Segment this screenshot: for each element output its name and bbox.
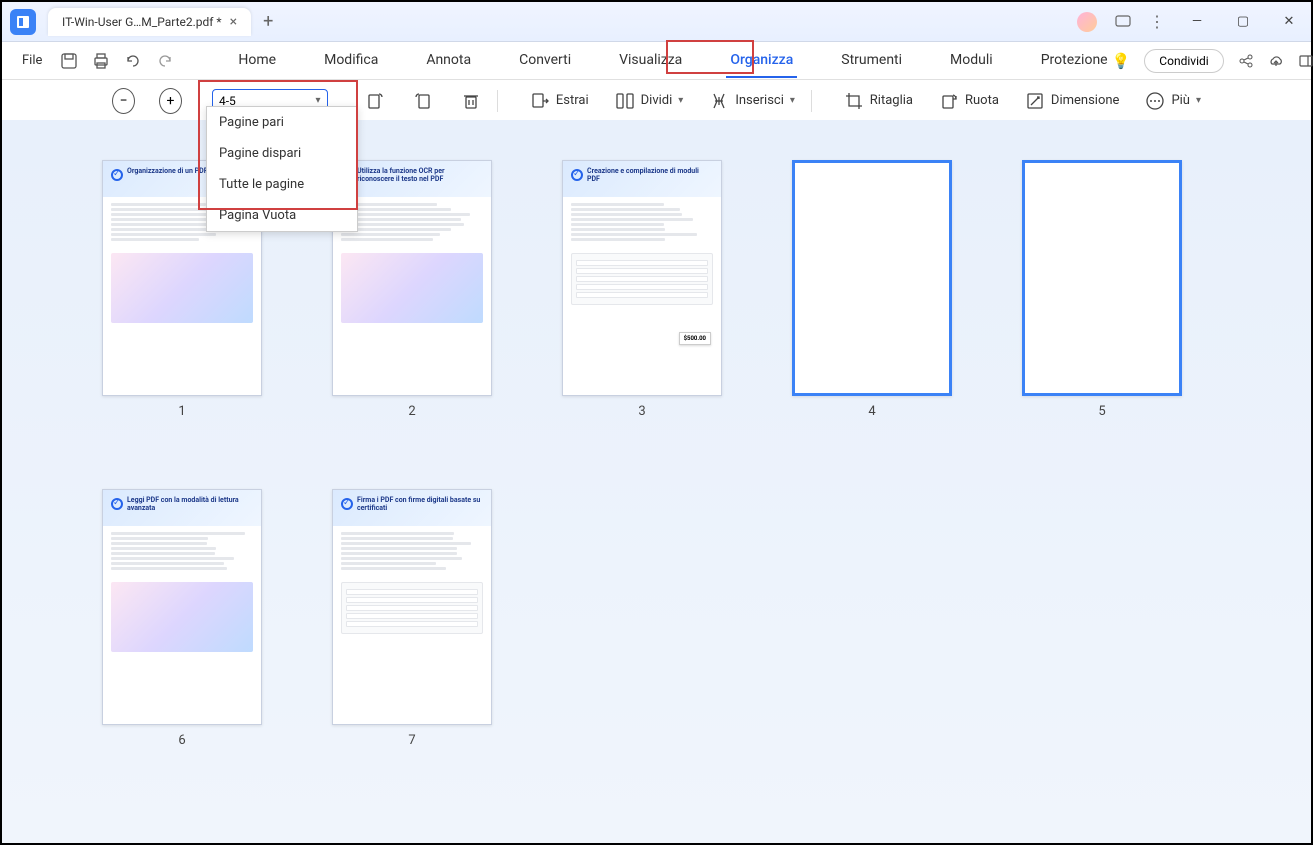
maximize-button[interactable]: ▢ [1229,14,1257,29]
document-tab-title: IT-Win-User G…M_Parte2.pdf * [62,15,222,29]
close-tab-icon[interactable]: × [230,14,237,30]
menu-tab-organizza[interactable]: Organizza [726,44,797,78]
menu-tab-converti[interactable]: Converti [515,44,575,78]
insert-button[interactable]: Inserisci ▾ [709,91,795,111]
dropdown-option[interactable]: Tutte le pagine [207,169,357,200]
extract-button[interactable]: Estrai [530,91,589,111]
split-label: Dividi [641,93,673,108]
page-range-dropdown: Pagine pariPagine dispariTutte le pagine… [206,106,358,232]
more-label: Più [1171,93,1190,108]
delete-icon[interactable] [461,90,481,112]
rotate-icon [939,91,959,111]
organize-toolbar: − + 4-5 ▾ Estrai Dividi ▾ Inserisci ▾ Ri… [2,80,1311,122]
zoom-out-button[interactable]: − [112,88,135,114]
page-number-label: 2 [408,404,415,419]
more-button[interactable]: Più ▾ [1145,91,1201,111]
extract-icon [530,91,550,111]
dimension-button[interactable]: Dimensione [1025,91,1120,111]
redo-icon[interactable] [156,52,174,70]
share-button[interactable]: Condividi [1144,49,1223,73]
chevron-down-icon: ▾ [790,95,795,106]
page-number-label: 7 [408,733,415,748]
zoom-in-button[interactable]: + [159,88,182,114]
crop-label: Ritaglia [870,93,913,108]
file-menu[interactable]: File [12,53,52,68]
menubar: File Home Modifica Annota Converti Visualizz… [2,42,1311,80]
insert-icon [709,91,729,111]
page-number-label: 4 [868,404,875,419]
dropdown-option[interactable]: Pagina Vuota [207,200,357,231]
page-thumbnail[interactable] [1022,160,1182,396]
user-avatar-icon[interactable] [1077,12,1097,32]
page-number-label: 1 [178,404,185,419]
panel-toggle-icon[interactable] [1298,53,1313,69]
close-window-button[interactable]: ✕ [1275,14,1303,29]
rotate-label: Ruota [965,93,999,108]
chevron-down-icon: ▾ [1196,95,1201,106]
page-thumbnail[interactable]: Creazione e compilazione di moduli PDF$5… [562,160,722,396]
comment-icon[interactable] [1115,14,1131,30]
page-number-label: 6 [178,733,185,748]
menu-tab-home[interactable]: Home [234,44,280,78]
extract-label: Estrai [556,93,589,108]
undo-icon[interactable] [124,52,142,70]
split-button[interactable]: Dividi ▾ [615,91,684,111]
menu-tab-modifica[interactable]: Modifica [320,44,382,78]
page-thumbnail[interactable]: Leggi PDF con la modalità di lettura ava… [102,489,262,725]
cloud-upload-icon[interactable] [1268,53,1284,69]
page-thumbnail[interactable] [792,160,952,396]
crop-icon [844,91,864,111]
print-icon[interactable] [92,52,110,70]
page-number-label: 3 [638,404,645,419]
new-tab-button[interactable]: + [263,11,273,32]
app-logo [10,9,36,35]
save-icon[interactable] [60,52,78,70]
split-icon [615,91,635,111]
menu-tab-strumenti[interactable]: Strumenti [837,44,906,78]
more-icon [1145,91,1165,111]
page-thumbnail[interactable]: Firma i PDF con firme digitali basate su… [332,489,492,725]
kebab-menu-icon[interactable]: ⋮ [1149,12,1165,31]
menu-tab-moduli[interactable]: Moduli [946,44,997,78]
minimize-button[interactable]: — [1183,14,1211,29]
crop-button[interactable]: Ritaglia [844,91,913,111]
chevron-down-icon: ▾ [678,95,683,106]
rotate-right-icon[interactable] [413,90,433,112]
document-tab[interactable]: IT-Win-User G…M_Parte2.pdf * × [48,8,251,36]
menu-tab-annota[interactable]: Annota [422,44,475,78]
page-grid: Organizzazione di un PDF1Utilizza la fun… [2,120,1311,843]
rotate-left-icon[interactable] [365,90,385,112]
chevron-down-icon: ▾ [315,95,320,106]
dimension-label: Dimensione [1051,93,1120,108]
rotate-button[interactable]: Ruota [939,91,999,111]
titlebar: IT-Win-User G…M_Parte2.pdf * × + ⋮ — ▢ ✕ [2,2,1311,42]
menu-tab-visualizza[interactable]: Visualizza [615,44,686,78]
menu-tab-protezione[interactable]: Protezione [1037,44,1112,78]
dropdown-option[interactable]: Pagine dispari [207,138,357,169]
share-network-icon[interactable] [1238,53,1254,69]
page-number-label: 5 [1098,404,1105,419]
dimension-icon [1025,91,1045,111]
insert-label: Inserisci [735,93,784,108]
dropdown-option[interactable]: Pagine pari [207,107,357,138]
lightbulb-icon[interactable]: 💡 [1112,52,1131,70]
